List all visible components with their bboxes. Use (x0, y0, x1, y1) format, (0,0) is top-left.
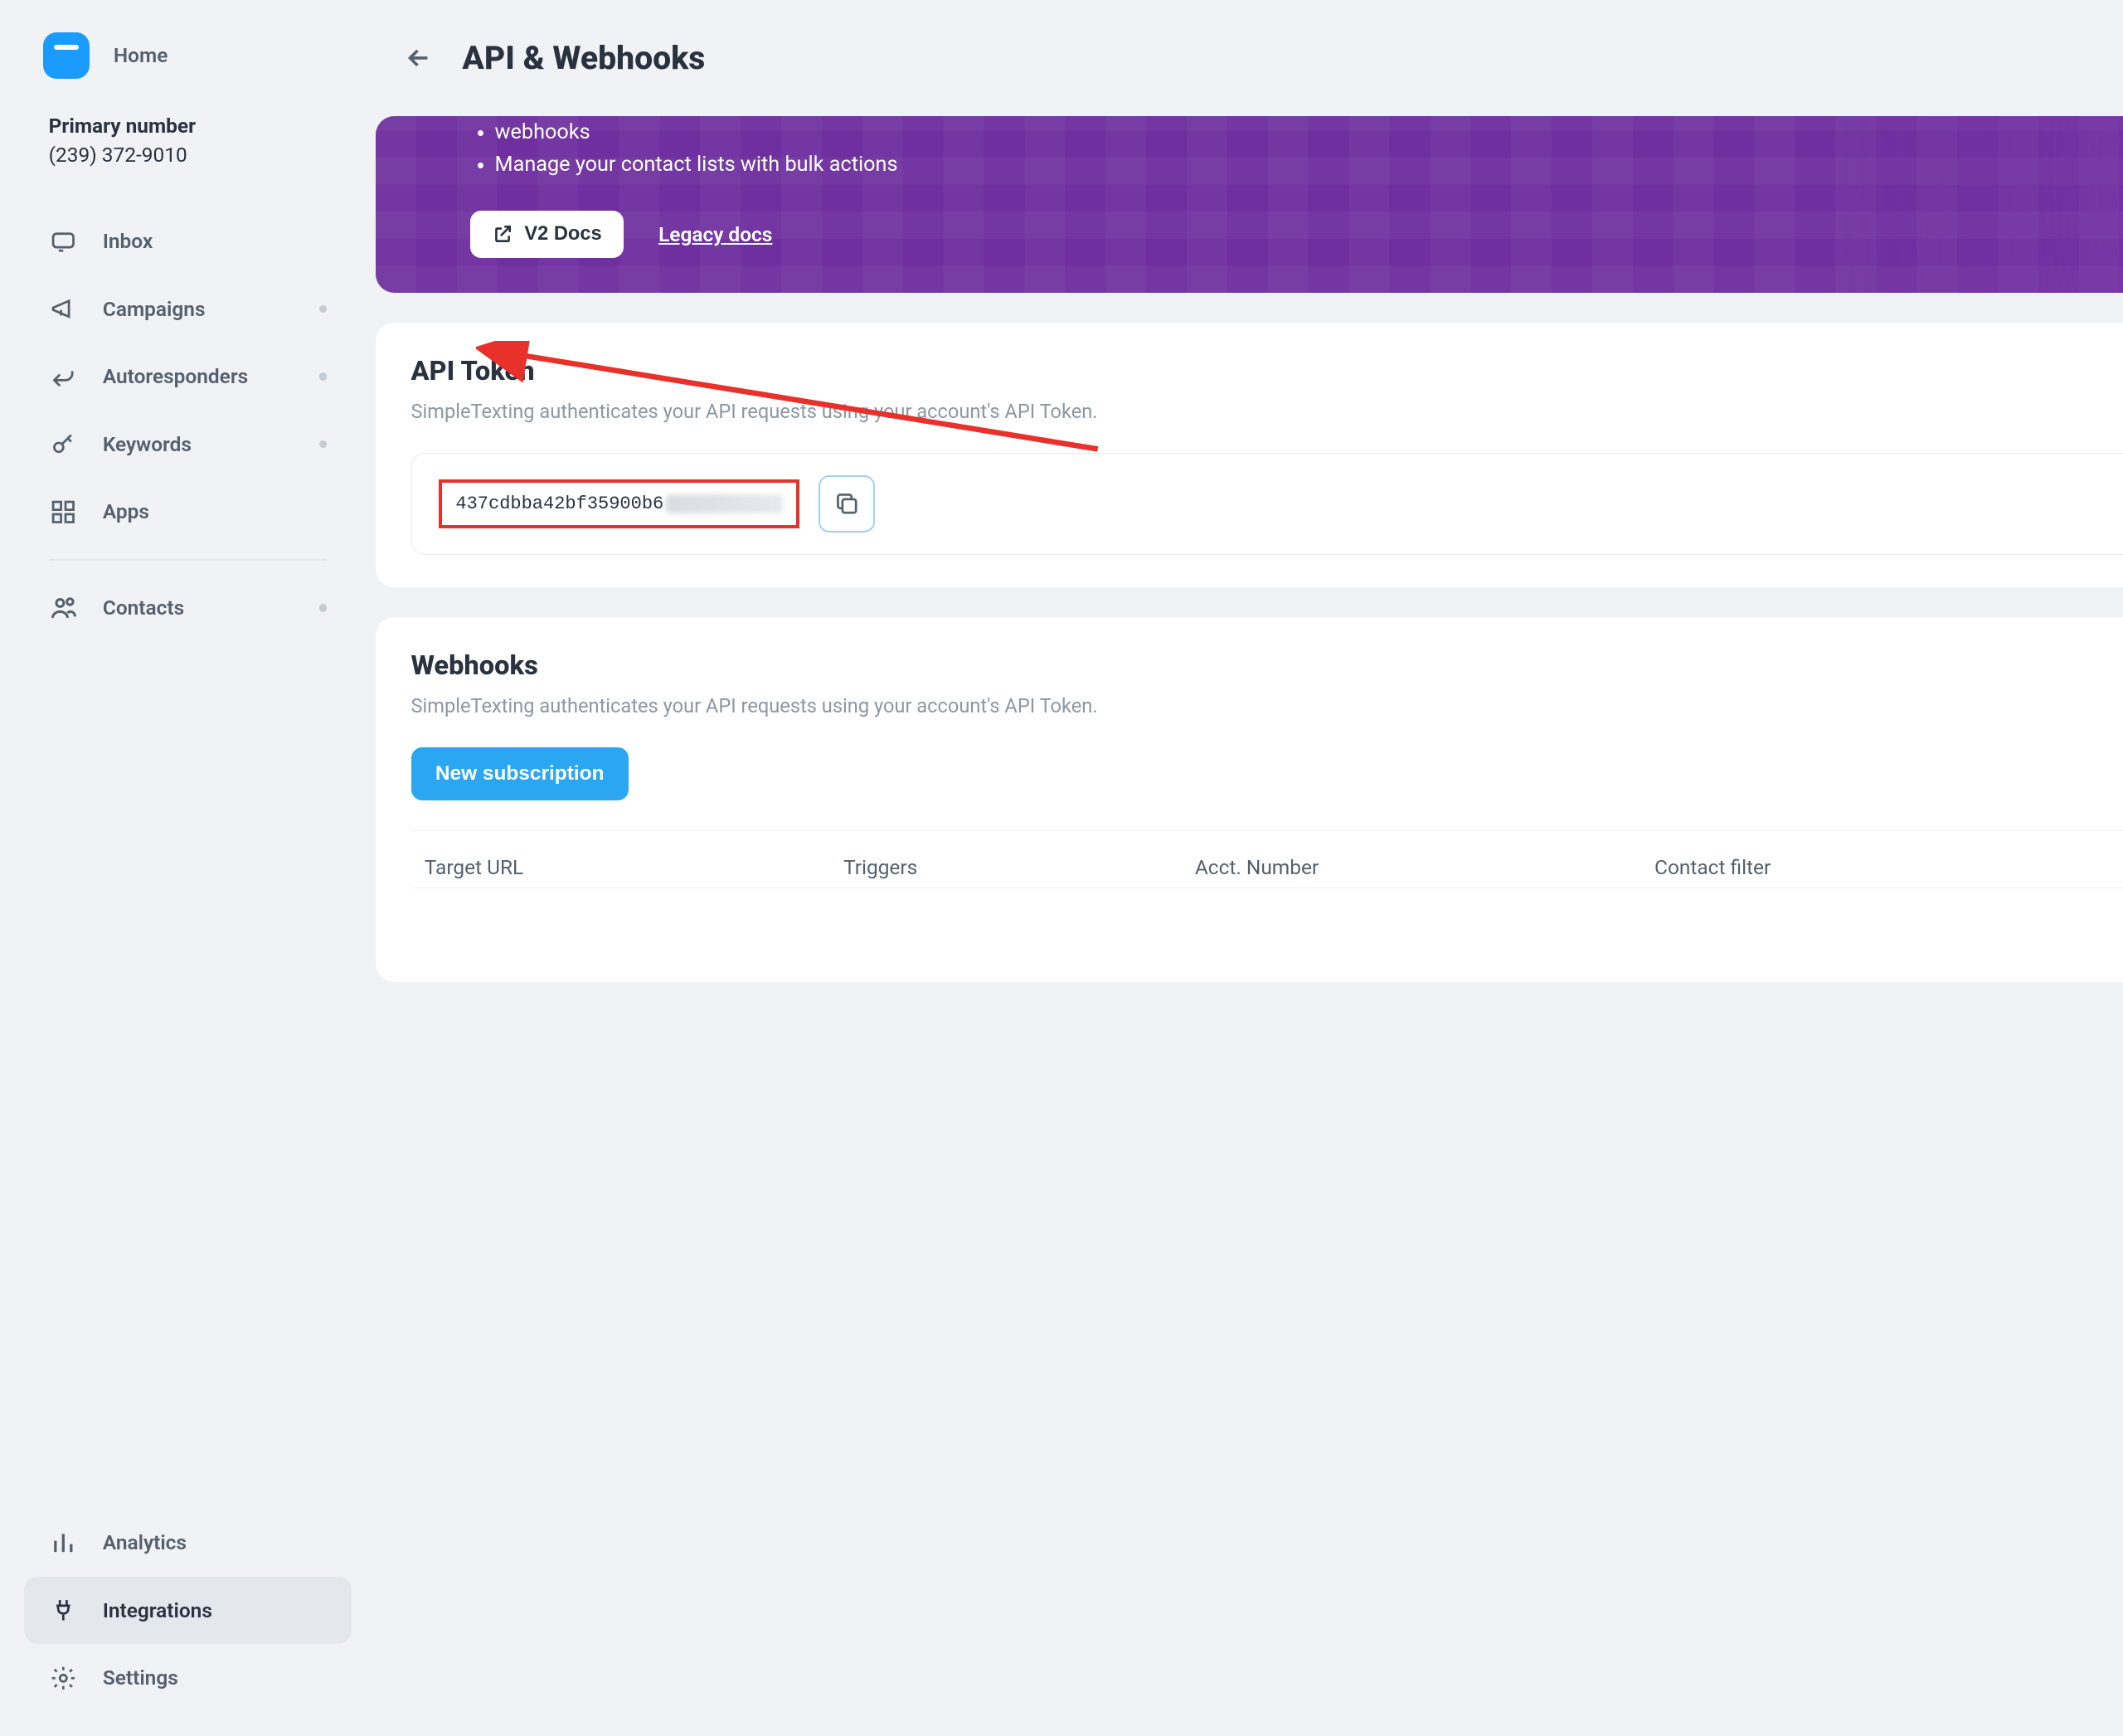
secondary-nav: Analytics Integrations Settings (24, 1509, 351, 1711)
reply-icon (49, 362, 79, 391)
main-column: API & Webhooks 4 days left Upgrade ? web… (376, 0, 2123, 1736)
apps-grid-icon (49, 497, 79, 527)
status-dot (319, 372, 328, 381)
sidebar-item-label: Contacts (103, 596, 184, 620)
sidebar-item-label: Settings (103, 1665, 178, 1690)
sidebar-item-label: Integrations (103, 1598, 212, 1622)
page-title: API & Webhooks (462, 39, 705, 77)
app-root: Home Primary number (239) 372-9010 Inbox… (0, 0, 2123, 1736)
api-token-title: API Token (411, 355, 535, 387)
hero-bullet-text: webhooks (495, 120, 590, 144)
v2-docs-button[interactable]: V2 Docs (470, 211, 624, 257)
copy-icon (833, 490, 861, 518)
arrow-left-icon (404, 43, 434, 73)
token-visible-text: 437cdbba42bf35900b6 (455, 494, 663, 514)
sidebar-item-apps[interactable]: Apps (24, 478, 351, 545)
status-dot (319, 305, 328, 314)
sidebar-item-keywords[interactable]: Keywords (24, 411, 351, 478)
sidebar-item-contacts[interactable]: Contacts (24, 574, 351, 641)
sidebar-item-label: Inbox (103, 229, 153, 253)
token-masked-icon (666, 494, 782, 513)
col-acct-number: Acct. Number (1195, 855, 1601, 879)
api-token-card: API Token Learn more about API authentic… (376, 323, 2123, 587)
external-link-icon (492, 223, 513, 245)
sidebar-item-campaigns[interactable]: Campaigns (24, 275, 351, 343)
hero-bullet: Manage your contact lists with bulk acti… (495, 148, 2123, 181)
webhooks-card: Webhooks Version 2 SimpleTexting authent… (376, 617, 2123, 982)
v2-docs-label: V2 Docs (524, 223, 601, 246)
contacts-icon (49, 593, 79, 623)
content: webhooks Manage your contact lists with … (376, 116, 2123, 1028)
home-link[interactable]: Home (24, 24, 351, 103)
legacy-docs-link[interactable]: Legacy docs (658, 222, 772, 246)
primary-number-label: Primary number (49, 114, 343, 138)
sidebar-item-label: Apps (103, 499, 149, 523)
key-icon (49, 430, 79, 460)
col-contact-filter: Contact filter (1654, 855, 2123, 879)
sidebar-item-analytics[interactable]: Analytics (24, 1509, 351, 1576)
webhooks-table-header: Target URL Triggers Acct. Number Contact… (411, 830, 2123, 887)
hero-bullet: webhooks (495, 116, 2123, 148)
token-row: 437cdbba42bf35900b6 Active (411, 453, 2123, 555)
plug-icon (49, 1595, 79, 1625)
col-target-url: Target URL (425, 855, 789, 879)
sidebar-item-label: Analytics (103, 1530, 187, 1554)
primary-number-block: Primary number (239) 372-9010 (24, 103, 351, 192)
sidebar-item-settings[interactable]: Settings (24, 1644, 351, 1711)
sidebar-item-label: Campaigns (103, 297, 206, 321)
inbox-icon (49, 226, 79, 256)
gear-icon (49, 1663, 79, 1693)
api-token-subtitle: SimpleTexting authenticates your API req… (411, 400, 2123, 423)
sidebar-item-label: Autoresponders (103, 364, 248, 388)
topbar: API & Webhooks 4 days left Upgrade ? (376, 0, 2123, 116)
webhooks-empty-body (411, 887, 2123, 982)
new-subscription-button[interactable]: New subscription (411, 747, 629, 800)
megaphone-icon (49, 294, 79, 324)
analytics-icon (49, 1528, 79, 1558)
sidebar: Home Primary number (239) 372-9010 Inbox… (0, 0, 376, 1736)
webhooks-subtitle: SimpleTexting authenticates your API req… (411, 694, 2123, 717)
hero-actions: V2 Docs Legacy docs (470, 211, 2123, 257)
sidebar-item-integrations[interactable]: Integrations (24, 1577, 351, 1644)
home-label: Home (114, 43, 168, 67)
card-header: API Token Learn more about API authentic… (411, 355, 2123, 387)
copy-token-button[interactable] (819, 475, 875, 532)
hero-bullet-list: webhooks Manage your contact lists with … (495, 116, 2123, 181)
col-triggers: Triggers (843, 855, 1141, 879)
brand-logo-icon (43, 32, 89, 78)
status-dot (319, 604, 328, 612)
status-dot (319, 440, 328, 449)
primary-nav: Inbox Campaigns Autoresponders (24, 207, 351, 641)
api-hero-banner: webhooks Manage your contact lists with … (376, 116, 2123, 293)
sidebar-item-autoresponders[interactable]: Autoresponders (24, 343, 351, 410)
nav-divider (49, 559, 328, 561)
back-button[interactable] (400, 39, 438, 77)
card-header: Webhooks Version 2 (411, 649, 2123, 681)
primary-number-value: (239) 372-9010 (49, 143, 343, 167)
sidebar-item-label: Keywords (103, 432, 192, 456)
sidebar-item-inbox[interactable]: Inbox (24, 207, 351, 275)
webhooks-title: Webhooks (411, 649, 538, 681)
api-token-value[interactable]: 437cdbba42bf35900b6 (439, 479, 799, 528)
